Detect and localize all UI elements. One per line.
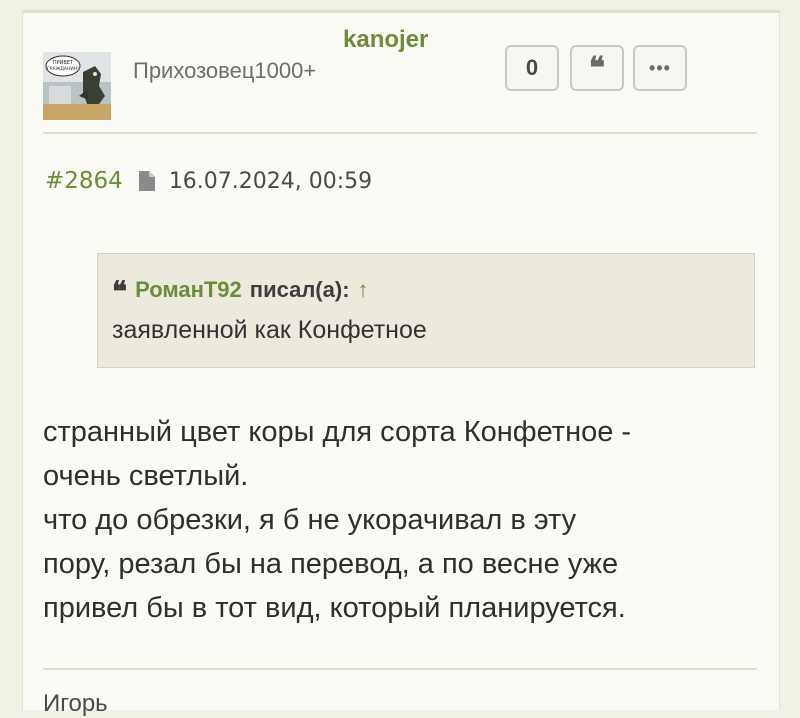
post-date: 16.07.2024, 00:59 [168,168,373,194]
body-line: странный цвет коры для сорта Конфетное - [43,416,632,448]
body-line: пору, резал бы на перевод, а по весне уж… [43,548,619,580]
signature-divider [43,668,757,670]
quote-jump-arrow-icon[interactable]: ↑ [358,277,369,303]
svg-text:ПРИВЕТ: ПРИВЕТ [53,60,74,66]
signature: Игорь [43,690,108,717]
body-line: очень светлый. [43,460,249,492]
post-body: странный цвет коры для сорта Конфетное -… [43,410,763,630]
avatar[interactable]: ПРИВЕТ ГРАЖДАНИН! [43,52,111,120]
quote-header: ❝ РоманТ92 писал(а): ↑ [112,275,369,308]
quote-mark-icon: ❝ [112,275,128,308]
header-divider [43,132,757,134]
post-card: ПРИВЕТ ГРАЖДАНИН! kanojer Прихозовец1000… [22,10,780,717]
quote-button[interactable]: ❝ [570,45,624,91]
body-line: что до обрезки, я б не укорачивал в эту [43,504,577,536]
like-count-button[interactable]: 0 [505,45,559,91]
quote-block: ❝ РоманТ92 писал(а): ↑ заявленной как Ко… [97,253,755,368]
body-line: привел бы в тот вид, который планируется… [43,592,626,624]
author-username[interactable]: kanojer [343,26,428,54]
quote-icon: ❝ [588,50,606,86]
post-meta: #2864 16.07.2024, 00:59 [45,168,372,194]
quote-said-label: писал(а): [249,277,350,302]
document-icon[interactable] [138,171,155,191]
top-border [23,10,779,13]
svg-text:ГРАЖДАНИН!: ГРАЖДАНИН! [47,66,79,72]
post-number-link[interactable]: #2864 [45,168,123,194]
avatar-image: ПРИВЕТ ГРАЖДАНИН! [43,52,111,120]
quote-author-link[interactable]: РоманТ92 [135,277,242,303]
more-icon: ••• [649,57,671,78]
more-options-button[interactable]: ••• [633,45,687,91]
author-rank: Прихозовец1000+ [133,58,317,83]
quote-text: заявленной как Конфетное [112,316,427,344]
